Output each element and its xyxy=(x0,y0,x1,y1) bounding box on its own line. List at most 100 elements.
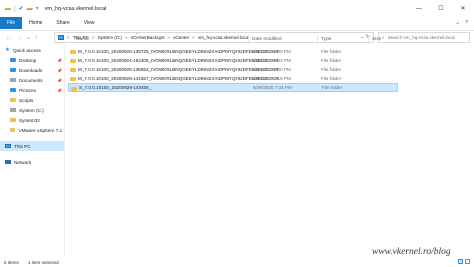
folder-icon xyxy=(10,117,16,123)
tab-file[interactable]: File xyxy=(0,17,23,29)
file-name: M_7.0.0.10100_20200925-135652_IVOWKRLBNQ… xyxy=(78,67,278,72)
column-headers: Name ^ Date modified Type Size xyxy=(68,31,470,44)
sidebar-item-network[interactable]: Network xyxy=(0,157,64,167)
minimize-button[interactable]: — xyxy=(408,0,430,17)
desktop-icon xyxy=(10,57,16,63)
folder-icon xyxy=(71,86,77,91)
file-date: 9/25/2020 8:00 PM xyxy=(252,67,291,72)
folder-icon xyxy=(70,58,76,63)
file-type: File folder xyxy=(322,85,343,90)
pin-icon: 📌 xyxy=(57,67,62,73)
file-type: File folder xyxy=(321,58,342,63)
column-header-type[interactable]: Type xyxy=(321,37,331,42)
sidebar-item-label: Downloads xyxy=(19,67,43,73)
star-icon: ★ xyxy=(5,47,10,53)
column-divider[interactable] xyxy=(317,35,318,44)
sort-indicator-icon: ^ xyxy=(136,31,138,36)
pictures-icon xyxy=(10,87,16,93)
sidebar-item-label: This PC xyxy=(14,143,31,149)
sidebar-item-scripts[interactable]: Scripts xyxy=(0,95,64,105)
sidebar-item-downloads[interactable]: Downloads 📌 xyxy=(0,65,64,75)
file-date: 9/20/2020 8:00 PM xyxy=(252,49,291,54)
sidebar-item-system-c[interactable]: System (C:) xyxy=(0,105,64,115)
file-row[interactable]: M_7.0.0.10100_20200925-135652_IVOWKRLBNQ… xyxy=(68,65,398,74)
file-row[interactable]: M_7.0.0.10100_20200920-135725_IVOWKRLBNQ… xyxy=(68,47,398,56)
pin-icon: 📌 xyxy=(57,87,62,93)
sidebar-item-label: Pictures xyxy=(19,87,36,93)
tab-home[interactable]: Home xyxy=(22,17,49,29)
large-icons-view-icon[interactable] xyxy=(465,259,470,264)
drive-icon xyxy=(10,108,16,112)
selection-count: 1 item selected xyxy=(27,259,59,265)
navigation-buttons: ← → ⌄ ↑ xyxy=(0,34,52,42)
sidebar-item-label: System (C:) xyxy=(19,107,44,113)
back-arrow-icon[interactable]: ← xyxy=(6,35,12,41)
folder-icon xyxy=(10,97,16,103)
documents-icon xyxy=(10,78,16,82)
tab-view[interactable]: View xyxy=(77,17,102,29)
title-bar: ▬ | ✔ ▬ ▾ vm_hq-vcsa.vkernel.local — ☐ ✕ xyxy=(0,0,474,17)
check-icon[interactable]: ✔ xyxy=(19,5,24,13)
file-name: M_7.0.0.10100_20200924-152305_IVOWKRLBNQ… xyxy=(78,58,278,63)
sidebar-item-pictures[interactable]: Pictures 📌 xyxy=(0,85,64,95)
help-icon[interactable]: ? xyxy=(465,20,468,26)
sidebar-item-label: VMware vSphere 7.x xyxy=(18,127,62,133)
window-title: vm_hq-vcsa.vkernel.local xyxy=(44,5,107,12)
file-date: 9/24/2020 8:24 PM xyxy=(252,58,291,63)
sidebar-item-quick-access[interactable]: ★ Quick access xyxy=(0,45,64,55)
folder-icon xyxy=(10,127,16,133)
expand-ribbon-icon[interactable]: ⌄ xyxy=(455,20,460,26)
sidebar-item-this-pc[interactable]: This PC xyxy=(0,141,64,151)
pin-icon: 📌 xyxy=(57,57,62,63)
column-divider[interactable] xyxy=(368,35,369,44)
pin-icon: 📌 xyxy=(57,77,62,83)
ribbon-controls: ⌄ ? xyxy=(455,17,468,29)
sidebar-item-label: Scripts xyxy=(19,97,34,103)
close-button[interactable]: ✕ xyxy=(452,0,474,17)
file-date: 9/29/2020 7:34 PM xyxy=(253,85,292,90)
file-row-selected[interactable]: S_7.0.0.10100_20200929-143406_ 9/29/2020… xyxy=(68,83,398,92)
downloads-icon xyxy=(10,67,16,73)
ribbon: File Home Share View ⌄ ? xyxy=(0,17,474,29)
customize-toolbar-icon[interactable]: ▾ xyxy=(36,5,39,13)
folder-icon xyxy=(70,76,76,81)
status-bar: 5 items 1 item selected xyxy=(0,257,474,267)
maximize-button[interactable]: ☐ xyxy=(430,0,452,17)
folder-icon: ▬ xyxy=(5,5,11,12)
sidebar-item-desktop[interactable]: Desktop 📌 xyxy=(0,55,64,65)
sidebar-item-label: Quick access xyxy=(12,47,41,53)
toolbar-divider: | xyxy=(14,5,16,12)
sidebar-item-system32[interactable]: System32 xyxy=(0,115,64,125)
up-arrow-icon[interactable]: ↑ xyxy=(35,35,38,41)
sidebar-item-documents[interactable]: Documents 📌 xyxy=(0,75,64,85)
network-icon xyxy=(5,159,11,165)
file-row[interactable]: M_7.0.0.10100_20200929-141557_IVOWKRLBNQ… xyxy=(68,74,398,83)
column-header-size[interactable]: Size xyxy=(372,37,381,42)
recent-locations-icon[interactable]: ⌄ xyxy=(26,34,31,41)
file-name: M_7.0.0.10100_20200929-141557_IVOWKRLBNQ… xyxy=(78,76,278,81)
file-row[interactable]: M_7.0.0.10100_20200924-152305_IVOWKRLBNQ… xyxy=(68,56,398,65)
navigation-pane: ★ Quick access Desktop 📌 Downloads 📌 Doc… xyxy=(0,45,64,257)
file-type: File folder xyxy=(321,76,342,81)
tab-share[interactable]: Share xyxy=(49,17,76,29)
sidebar-item-label: Documents xyxy=(19,77,43,83)
forward-arrow-icon[interactable]: → xyxy=(16,35,22,41)
details-view-icon[interactable] xyxy=(458,259,463,264)
watermark-text: www.vkernel.ro/blog xyxy=(372,247,451,257)
new-folder-icon[interactable]: ▬ xyxy=(27,5,33,13)
file-type: File folder xyxy=(321,49,342,54)
column-divider[interactable] xyxy=(248,35,249,44)
pane-splitter[interactable] xyxy=(64,45,65,257)
column-header-date[interactable]: Date modified xyxy=(252,37,282,42)
quick-access-toolbar: ▬ | ✔ ▬ ▾ xyxy=(0,5,39,13)
file-date: 9/29/2020 7:16 PM xyxy=(252,76,291,81)
sidebar-item-vmware-vsphere[interactable]: VMware vSphere 7.x xyxy=(0,125,64,135)
file-type: File folder xyxy=(321,67,342,72)
sidebar-item-label: Desktop xyxy=(19,57,37,63)
column-header-name[interactable]: Name xyxy=(76,37,89,42)
sidebar-item-label: System32 xyxy=(19,117,40,123)
folder-icon xyxy=(70,67,76,72)
file-name: M_7.0.0.10100_20200920-135725_IVOWKRLBNQ… xyxy=(78,49,278,54)
view-switcher xyxy=(458,259,470,264)
sidebar-item-label: Network xyxy=(14,159,32,165)
